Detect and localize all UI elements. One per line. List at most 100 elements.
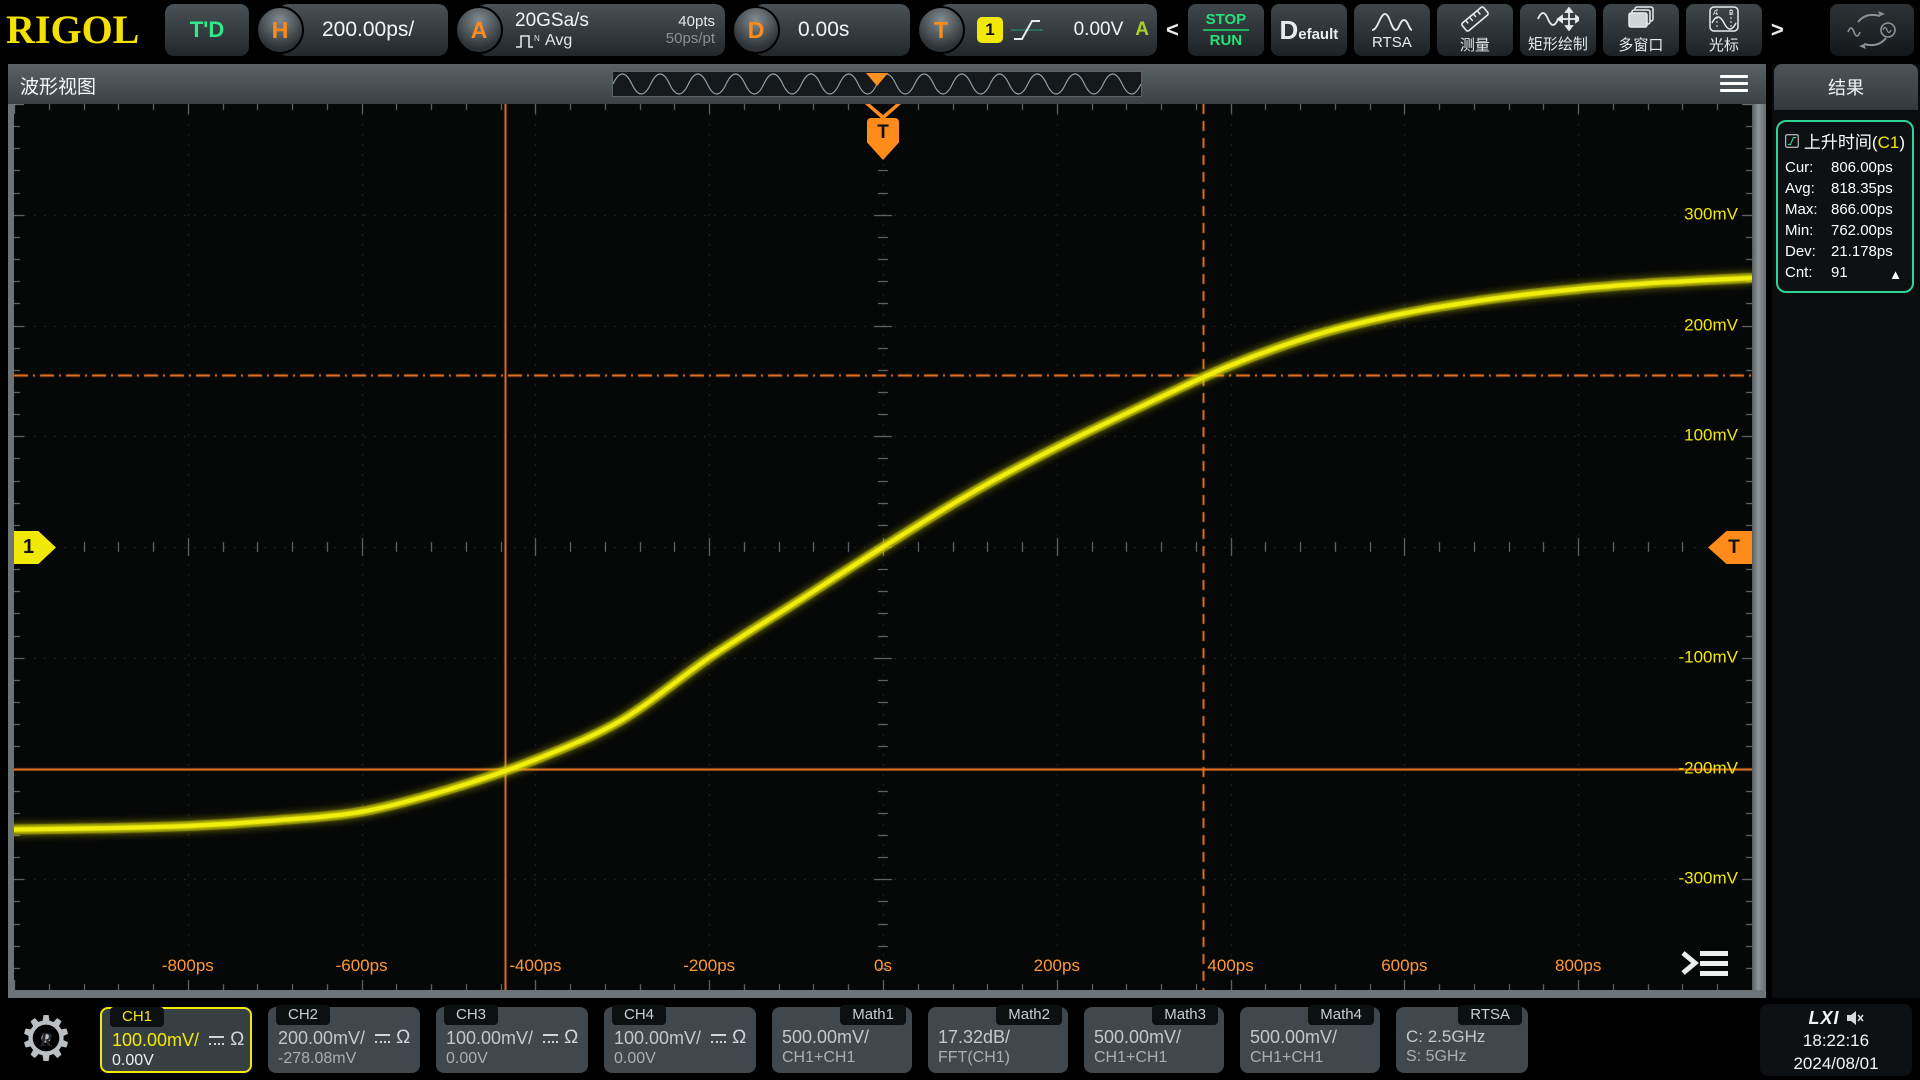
waveform-grid[interactable]: -800ps-600ps-400ps-200ps0s200ps400ps600p… <box>14 104 1752 990</box>
acquire-group[interactable]: A 20GSa/s N Avg 40pts 50ps/pt <box>455 4 725 56</box>
math1-expression: CH1+CH1 <box>782 1049 912 1067</box>
view-swap-button[interactable] <box>1830 4 1914 56</box>
ch3-impedance: Ω <box>564 1027 578 1049</box>
clock-time: 18:22:16 <box>1760 1029 1912 1052</box>
trigger-knob[interactable]: T <box>917 6 965 54</box>
bottom-status-bar: ⚙ R CH1 100.00mV/Ω 0.00V CH2 200.00mV/Ω … <box>0 1000 1920 1080</box>
math3-expression: CH1+CH1 <box>1094 1049 1224 1067</box>
channel-card-ch3[interactable]: CH3 100.00mV/Ω 0.00V <box>436 1007 588 1073</box>
rtsa-tab[interactable]: RTSA <box>1458 1005 1522 1025</box>
ch1-scale: 100.00mV/ <box>112 1030 199 1051</box>
rect-draw-label: 矩形绘制 <box>1528 33 1588 54</box>
grid-expand-menu-icon[interactable] <box>1678 946 1732 980</box>
ch4-dc-coupling-icon <box>711 1034 726 1043</box>
window-splitter[interactable] <box>1752 104 1766 990</box>
x-axis-label: 0s <box>874 956 892 976</box>
trigger-group[interactable]: T 1 0.00V A <box>917 4 1157 56</box>
math2-tab[interactable]: Math2 <box>996 1005 1062 1025</box>
overview-trigger-position-icon[interactable] <box>866 73 888 86</box>
ch2-tab[interactable]: CH2 <box>276 1005 330 1025</box>
multi-window-button[interactable]: 多窗口 <box>1603 4 1679 56</box>
clock-date: 2024/08/01 <box>1760 1052 1912 1075</box>
measurement-row-avg: Avg:818.35ps <box>1785 178 1905 199</box>
horizontal-knob[interactable]: H <box>256 6 304 54</box>
waveform-window: 波形视图 -800ps-600ps-400ps-200ps0s200ps400p… <box>8 64 1766 998</box>
svg-text:N: N <box>534 34 540 43</box>
run-stop-button[interactable]: STOP RUN <box>1188 4 1264 56</box>
top-toolbar: RIGOL T'D H 200.00ps/ A 20GSa/s N Avg 40… <box>0 0 1920 60</box>
ch3-tab[interactable]: CH3 <box>444 1005 498 1025</box>
y-axis-label: 300mV <box>1684 204 1738 224</box>
system-status-block[interactable]: LXI 18:22:16 2024/08/01 <box>1760 1004 1912 1076</box>
delay-group[interactable]: D 0.00s <box>732 4 910 56</box>
cursor-icon: A B <box>1709 6 1739 32</box>
collapse-card-arrow-icon[interactable]: ▲ <box>1889 267 1902 282</box>
rtsa-button[interactable]: RTSA <box>1354 4 1430 56</box>
channel-card-ch1[interactable]: CH1 100.00mV/Ω 0.00V <box>100 1007 252 1073</box>
y-axis-label: 200mV <box>1684 315 1738 335</box>
rtsa-span: S: 5GHz <box>1406 1048 1528 1066</box>
trigger-level-value: 0.00V <box>1051 19 1123 41</box>
measure-button[interactable]: 测量 <box>1437 4 1513 56</box>
system-gear-button[interactable]: ⚙ R <box>8 1002 84 1078</box>
math-card-math3[interactable]: Math3 500.00mV/ CH1+CH1 <box>1084 1007 1224 1073</box>
window-menu-icon[interactable] <box>1720 75 1748 96</box>
ch4-scale: 100.00mV/ <box>614 1028 701 1049</box>
horizontal-scale-value: 200.00ps/ <box>316 18 414 42</box>
ch1-tab[interactable]: CH1 <box>110 1007 164 1027</box>
trigger-source-badge[interactable]: 1 <box>977 17 1003 43</box>
channel-card-ch4[interactable]: CH4 100.00mV/Ω 0.00V <box>604 1007 756 1073</box>
y-axis-label: -200mV <box>1678 758 1738 778</box>
delay-knob[interactable]: D <box>732 6 780 54</box>
channel-card-ch2[interactable]: CH2 200.00mV/Ω -278.08mV <box>268 1007 420 1073</box>
y-axis-label: -300mV <box>1678 869 1738 889</box>
rtsa-card[interactable]: RTSA C: 2.5GHz S: 5GHz <box>1396 1007 1528 1073</box>
window-bottom-border <box>8 990 1766 998</box>
lxi-logo: LXI <box>1808 1008 1839 1029</box>
rtsa-spectrum-icon <box>1370 10 1414 32</box>
cursor-button[interactable]: A B 光标 <box>1686 4 1762 56</box>
x-axis-label: 400ps <box>1207 956 1253 976</box>
x-axis-label: -200ps <box>683 956 735 976</box>
ch2-impedance: Ω <box>396 1027 410 1049</box>
y-axis-label: 100mV <box>1684 426 1738 446</box>
math4-scale: 500.00mV/ <box>1250 1027 1337 1048</box>
x-axis-label: -800ps <box>162 956 214 976</box>
results-panel-title[interactable]: 结果 <box>1774 64 1918 110</box>
sample-rate-value: 20GSa/s <box>515 10 656 32</box>
math4-tab[interactable]: Math4 <box>1308 1005 1374 1025</box>
rtsa-center-freq: C: 2.5GHz <box>1406 1027 1528 1047</box>
time-resolution-value: 50ps/pt <box>666 30 715 47</box>
math3-tab[interactable]: Math3 <box>1152 1005 1218 1025</box>
measurement-card[interactable]: 上升时间(C1) Cur:806.00ps Avg:818.35ps Max:8… <box>1776 120 1914 293</box>
run-stop-divider <box>1203 29 1249 31</box>
average-mode-icon: N <box>515 33 541 49</box>
ch2-dc-coupling-icon <box>375 1034 390 1043</box>
horizontal-group[interactable]: H 200.00ps/ <box>256 4 448 56</box>
math-card-math1[interactable]: Math1 500.00mV/ CH1+CH1 <box>772 1007 912 1073</box>
default-button[interactable]: Default <box>1271 4 1347 56</box>
measurement-row-dev: Dev:21.178ps <box>1785 241 1905 262</box>
rect-draw-button[interactable]: 矩形绘制 <box>1520 4 1596 56</box>
cursor-label: 光标 <box>1709 34 1739 55</box>
default-initial: D <box>1279 15 1298 45</box>
math-card-math2[interactable]: Math2 17.32dB/ FFT(CH1) <box>928 1007 1068 1073</box>
memory-depth-value: 40pts <box>666 13 715 30</box>
toolbar-more-chevron[interactable]: > <box>1769 17 1786 43</box>
x-axis-label: 200ps <box>1034 956 1080 976</box>
acquire-knob[interactable]: A <box>455 6 503 54</box>
measure-label: 测量 <box>1460 34 1490 55</box>
timebase-overview-strip[interactable] <box>612 71 1142 97</box>
trigger-status-indicator[interactable]: T'D <box>165 4 249 56</box>
toolbar-collapse-chevron[interactable]: < <box>1164 17 1181 43</box>
math1-tab[interactable]: Math1 <box>840 1005 906 1025</box>
math1-scale: 500.00mV/ <box>782 1027 869 1048</box>
ch3-dc-coupling-icon <box>543 1034 558 1043</box>
rise-time-icon <box>1785 131 1799 151</box>
window-left-border <box>8 104 14 990</box>
ch4-tab[interactable]: CH4 <box>612 1005 666 1025</box>
waveform-window-header[interactable]: 波形视图 <box>8 64 1766 104</box>
measurement-row-cur: Cur:806.00ps <box>1785 157 1905 178</box>
math-card-math4[interactable]: Math4 500.00mV/ CH1+CH1 <box>1240 1007 1380 1073</box>
results-panel: 结果 上升时间(C1) Cur:806.00ps Avg:818.35ps Ma… <box>1772 64 1920 998</box>
